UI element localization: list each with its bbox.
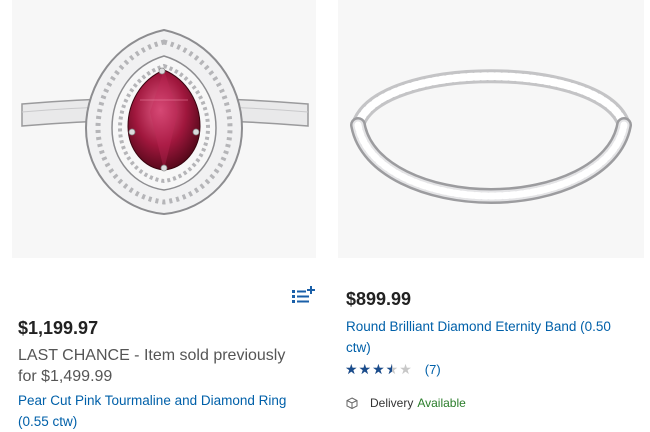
delivery-status: Delivery Available <box>346 396 466 410</box>
band-illustration <box>350 69 632 205</box>
previous-price: $1,499.99 <box>41 368 113 385</box>
review-count-link[interactable]: (7) <box>425 362 441 377</box>
product-card-ring[interactable]: $1,199.97 LAST CHANCE - Item sold previo… <box>0 0 330 429</box>
product-price: $1,199.97 <box>18 318 99 338</box>
promo-label: LAST CHANCE - Item sold previously <box>18 347 286 364</box>
product-title-link[interactable]: Pear Cut Pink Tourmaline and Diamond Rin… <box>18 390 308 432</box>
product-price: $899.99 <box>346 289 412 309</box>
delivery-label: Delivery <box>370 396 414 410</box>
product-title-link[interactable]: Round Brilliant Diamond Eternity Band (0… <box>346 316 638 358</box>
star-rating[interactable]: ★★★★★ ★★★★★ (7) <box>345 361 441 377</box>
delivery-available: Available <box>417 396 466 410</box>
package-box-icon <box>346 397 358 409</box>
rating-stars: ★★★★★ ★★★★★ <box>345 361 413 377</box>
last-chance-note: LAST CHANCE - Item sold previously for $… <box>18 345 318 387</box>
promo-prefix: for <box>18 368 37 385</box>
ring-illustration <box>21 28 309 216</box>
product-image-band[interactable] <box>338 0 644 258</box>
compare-list-icon[interactable] <box>290 286 316 306</box>
product-image-ring[interactable] <box>12 0 316 258</box>
product-card-band[interactable]: $899.99 Round Brilliant Diamond Eternity… <box>330 0 650 429</box>
